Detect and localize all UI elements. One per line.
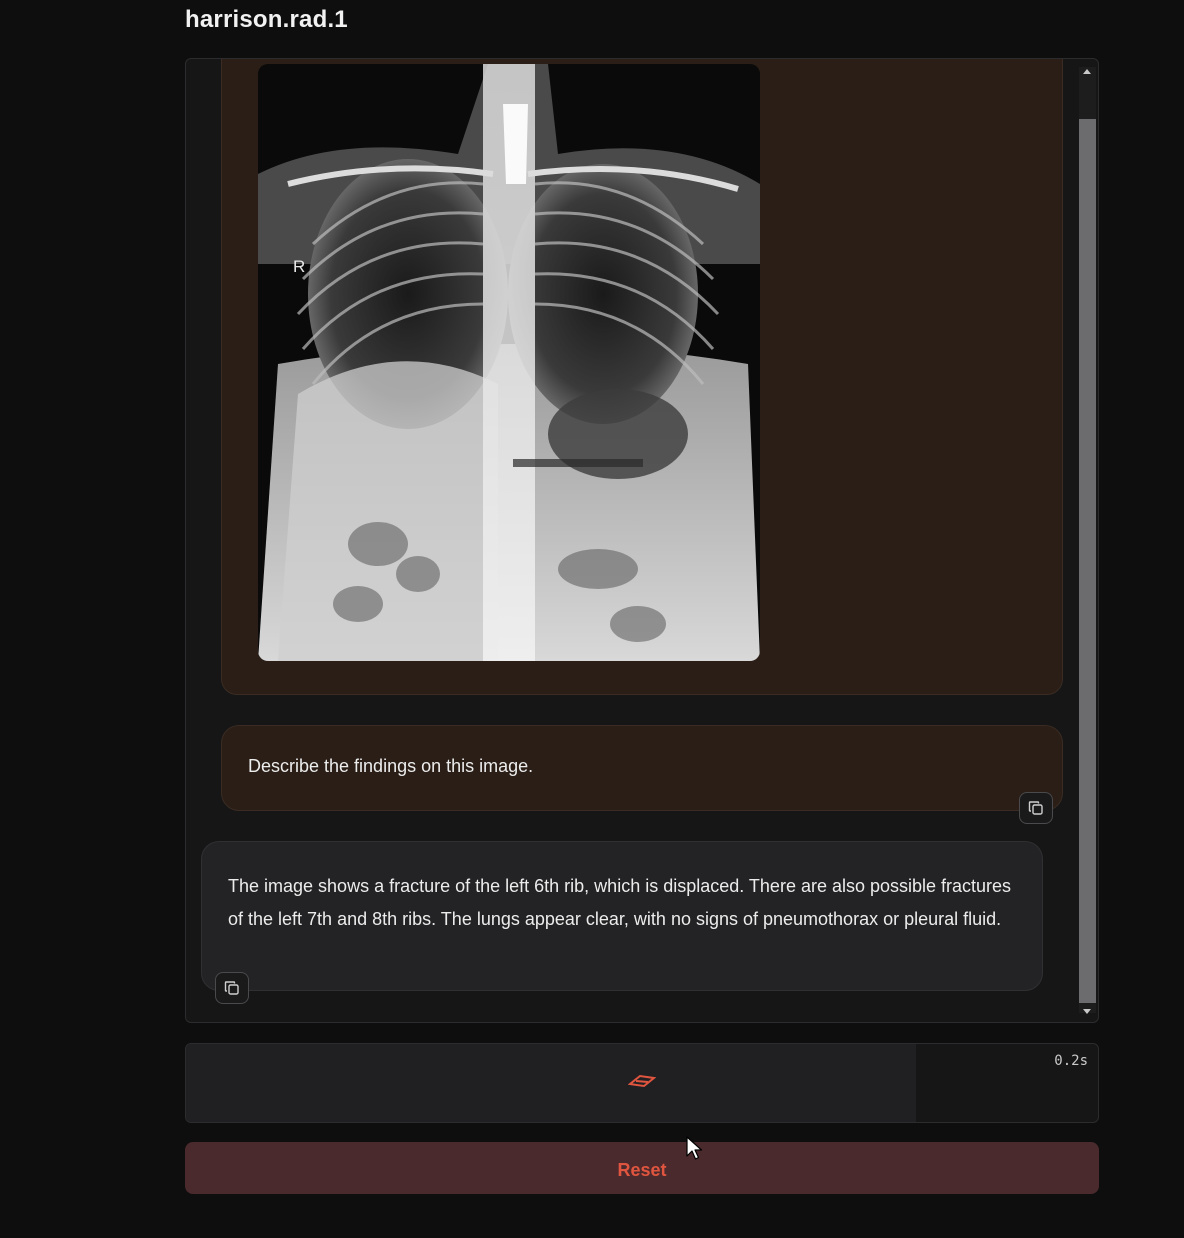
xray-side-marker: R [293,257,305,276]
chatbot-panel[interactable]: R Describe the findings on this image. T… [185,58,1099,1023]
user-message-text: Describe the findings on this image. [248,756,534,776]
mouse-pointer-icon [686,1136,703,1160]
generation-status-panel: 0.2s [185,1043,1099,1123]
scroll-down-arrow-icon[interactable] [1083,1009,1091,1014]
copy-icon [224,981,239,995]
user-image-message: R [221,59,1063,695]
bot-message: The image shows a fracture of the left 6… [201,841,1043,991]
chest-xray-image[interactable]: R [258,64,760,661]
page-title: harrison.rad.1 [185,6,348,33]
user-message-copy-button[interactable] [1019,792,1053,824]
copy-icon [1028,801,1043,815]
scroll-up-arrow-icon[interactable] [1083,69,1091,74]
bot-message-copy-button[interactable] [215,972,249,1004]
elapsed-timer: 0.2s [1054,1053,1088,1069]
user-message: Describe the findings on this image. [221,725,1063,811]
bot-message-text: The image shows a fracture of the left 6… [228,876,1012,929]
app-root: harrison.rad.1 R Describe the findings o… [0,0,1184,1238]
scrollbar-thumb[interactable] [1079,119,1096,1003]
chat-scrollbar[interactable] [1077,59,1098,1022]
progress-fill [186,1044,916,1122]
reset-button[interactable]: Reset [185,1142,1099,1194]
loading-icon [628,1074,656,1088]
